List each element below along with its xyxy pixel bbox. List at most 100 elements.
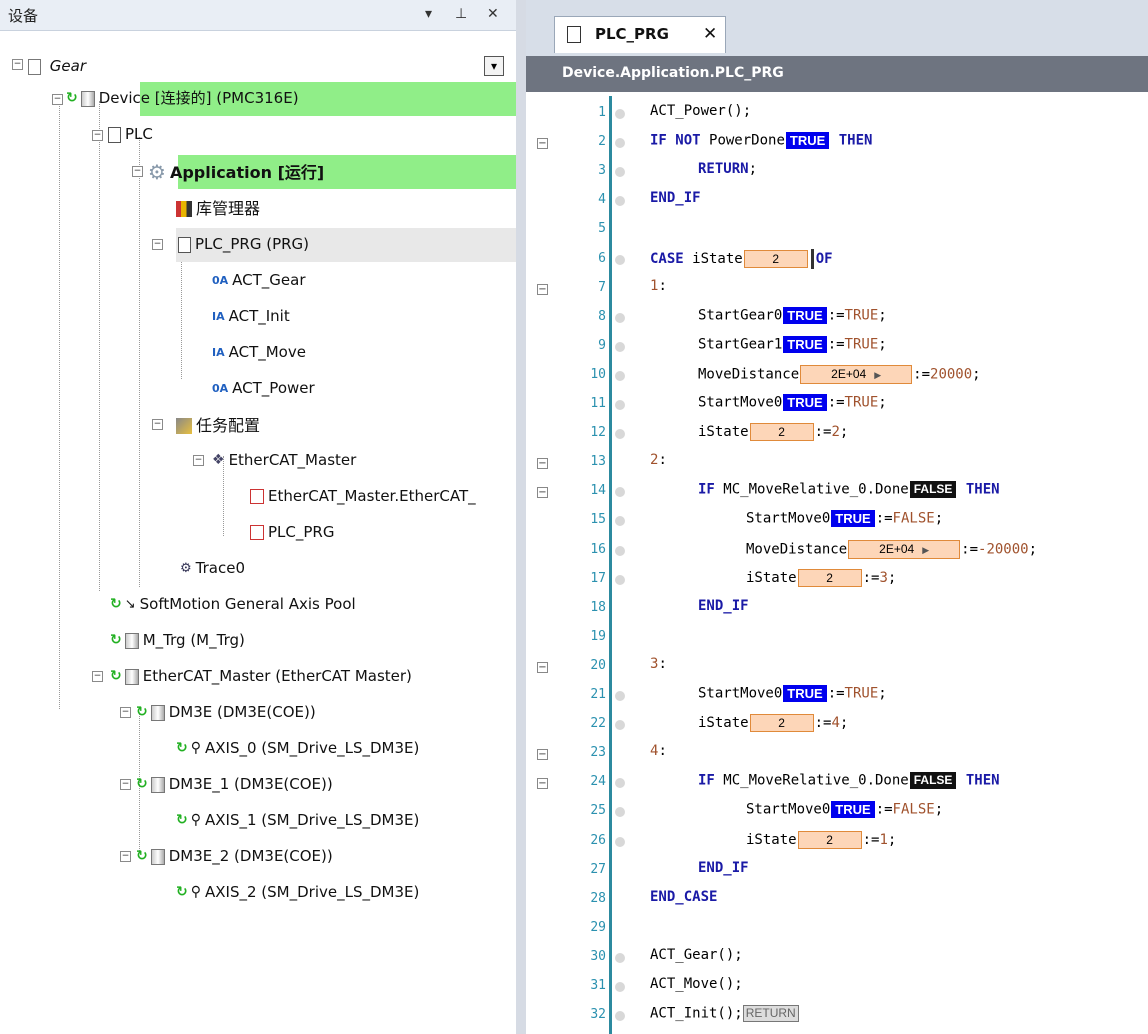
code-line[interactable]: ACT_Gear(); [650,947,743,963]
tree-item-axis2[interactable]: ↻ ⚲ AXIS_2 (SM_Drive_LS_DM3E) [176,876,419,909]
code-line[interactable]: MoveDistance 2E+04 ▶:=20000; [698,364,981,384]
code-area[interactable]: 1 ACT_Power(); 2 − IF NOT PowerDone TRUE THEN… [526,96,1148,1034]
code-line[interactable]: END_IF [650,190,701,206]
tab-close-icon[interactable]: ✕ [703,24,717,44]
tree-item-axis0[interactable]: ↻ ⚲ AXIS_0 (SM_Drive_LS_DM3E) [176,732,419,765]
collapse-task-config-icon[interactable]: − [152,419,163,430]
code-line[interactable]: iState 2:=3; [746,568,896,587]
collapse-device-icon[interactable]: − [52,94,63,105]
close-icon[interactable]: ✕ [487,6,499,22]
breakpoint-marker[interactable] [615,516,625,527]
fold-toggle-icon[interactable]: − [537,778,548,790]
pane-splitter[interactable] [516,0,526,1034]
tab-plc-prg[interactable]: PLC_PRG ✕ [554,16,726,53]
breakpoint-marker[interactable] [615,691,625,701]
code-line[interactable]: StartGear1 TRUE:=TRUE; [698,335,887,353]
tree-item-device[interactable]: ↻ Device [连接的] (PMC316E) [66,82,299,115]
code-line[interactable]: StartMove0 TRUE:=TRUE; [698,394,887,411]
code-line[interactable]: RETURN; [698,161,757,177]
breakpoint-marker[interactable] [615,341,625,352]
breakpoint-marker[interactable] [615,109,625,119]
tree-item-ethercat-master-call[interactable]: EtherCAT_Master.EtherCAT_ [250,480,476,513]
expand-value-icon[interactable]: ▶ [922,542,929,558]
code-line[interactable]: IF MC_MoveRelative_0.Done FALSE THEN [698,772,1000,790]
fold-toggle-icon[interactable]: − [537,138,548,150]
breakpoint-marker[interactable] [615,138,625,149]
code-line[interactable]: ACT_Move(); [650,976,743,992]
code-line[interactable]: ACT_Power(); [650,103,751,119]
collapse-dm3e-2-icon[interactable]: − [120,851,131,862]
breakpoint-marker[interactable] [615,778,625,789]
pane-dropdown-icon[interactable]: ▾ [425,6,432,22]
tree-item-ethercat-master[interactable]: ↻ EtherCAT_Master (EtherCAT Master) [110,660,412,693]
tree-item-application[interactable]: ⚙ Application [运行] [148,155,324,188]
fold-toggle-icon[interactable]: − [537,283,548,295]
expand-value-icon[interactable]: ▶ [874,367,881,383]
breakpoint-marker[interactable] [615,574,625,585]
breakpoint-marker[interactable] [615,545,625,556]
code-line[interactable]: StartMove0 TRUE:=TRUE; [698,685,887,702]
tree-item-ethercat-master-task[interactable]: ❖ EtherCAT_Master [212,444,356,477]
tree-item-library-manager[interactable]: 库管理器 [176,191,260,224]
code-line[interactable]: iState 2:=1; [746,830,896,849]
code-line[interactable]: IF MC_MoveRelative_0.Done FALSE THEN [698,481,1000,499]
collapse-ethercat-master-icon[interactable]: − [92,671,103,682]
tree-item-act-gear[interactable]: 0A ACT_Gear [212,264,306,297]
code-line[interactable]: MoveDistance 2E+04 ▶:=-20000; [746,539,1037,559]
code-line[interactable]: StartMove0 TRUE:=FALSE; [746,801,943,819]
breakpoint-marker[interactable] [615,370,625,381]
tree-item-plc-prg[interactable]: PLC_PRG (PRG) [178,228,309,261]
breakpoint-marker[interactable] [615,720,625,731]
code-line[interactable]: 2: [650,452,667,468]
tree-item-axis1[interactable]: ↻ ⚲ AXIS_1 (SM_Drive_LS_DM3E) [176,804,419,837]
code-line[interactable]: END_CASE [650,889,717,905]
code-line[interactable]: END_IF [698,598,749,614]
tree-item-plc[interactable]: PLC [108,118,153,151]
tree-item-dm3e[interactable]: ↻ DM3E (DM3E(COE)) [136,696,316,729]
code-line[interactable]: StartMove0 TRUE:=FALSE; [746,510,943,528]
code-line[interactable]: END_IF [698,860,749,876]
online-value[interactable]: 2E+04 ▶ [800,364,913,384]
breakpoint-marker[interactable] [615,167,625,178]
code-line[interactable]: 4: [650,743,667,759]
breakpoint-marker[interactable] [615,807,625,818]
fold-toggle-icon[interactable]: − [537,661,548,673]
breakpoint-marker[interactable] [615,254,625,265]
breakpoint-marker[interactable] [615,836,625,847]
tree-item-act-init[interactable]: IA ACT_Init [212,300,290,333]
tree-item-plc-prg-call[interactable]: PLC_PRG [250,516,334,549]
collapse-application-icon[interactable]: − [132,166,143,177]
tree-item-dm3e-1[interactable]: ↻ DM3E_1 (DM3E(COE)) [136,768,333,801]
breakpoint-marker[interactable] [615,487,625,498]
tree-item-act-power[interactable]: 0A ACT_Power [212,372,315,405]
code-line[interactable]: ACT_Init(); RETURN [650,1005,799,1023]
fold-toggle-icon[interactable]: − [537,487,548,499]
tree-item-dm3e-2[interactable]: ↻ DM3E_2 (DM3E(COE)) [136,840,333,873]
breakpoint-marker[interactable] [615,952,625,963]
pin-icon[interactable]: ⊥ [455,6,467,22]
collapse-plc-prg-icon[interactable]: − [152,239,163,250]
breakpoint-marker[interactable] [615,196,625,207]
code-line[interactable]: 1: [650,278,667,294]
online-value[interactable]: 2E+04 ▶ [848,539,961,559]
collapse-dm3e-icon[interactable]: − [120,707,131,718]
tree-item-trace[interactable]: ⚙ Trace0 [180,552,245,585]
tree-item-axis-pool[interactable]: ↻ ↘ SoftMotion General Axis Pool [110,588,356,621]
tree-item-task-config[interactable]: 任务配置 [176,408,260,441]
code-line[interactable]: IF NOT PowerDone TRUE THEN [650,132,872,150]
code-line[interactable]: 3: [650,656,667,672]
tree-item-act-move[interactable]: IA ACT_Move [212,336,306,369]
breakpoint-marker[interactable] [615,1011,625,1022]
collapse-ethercat-task-icon[interactable]: − [193,455,204,466]
breakpoint-marker[interactable] [615,429,625,440]
code-line[interactable]: iState 2:=2; [698,423,848,442]
breakpoint-marker[interactable] [615,982,625,992]
breakpoint-marker[interactable] [615,312,625,323]
fold-toggle-icon[interactable]: − [537,749,548,761]
collapse-dm3e-1-icon[interactable]: − [120,779,131,790]
code-line[interactable]: StartGear0 TRUE:=TRUE; [698,306,887,324]
code-line[interactable]: CASE iState 2 OF [650,248,833,269]
breakpoint-marker[interactable] [615,400,625,410]
fold-toggle-icon[interactable]: − [537,458,548,470]
tree-item-m-trg[interactable]: ↻ M_Trg (M_Trg) [110,624,245,657]
